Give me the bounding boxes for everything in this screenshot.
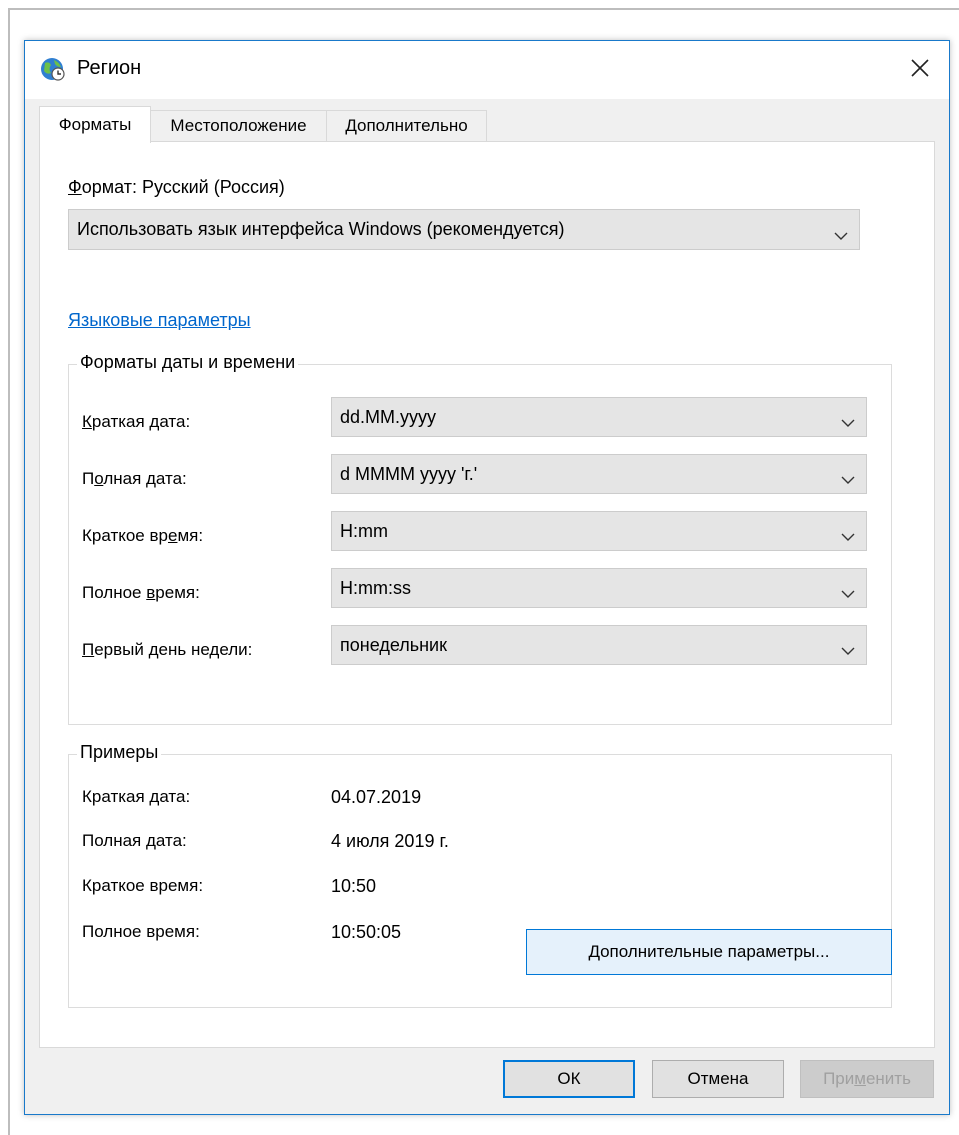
tab-location[interactable]: Местоположение xyxy=(150,110,327,141)
datetime-group-title: Форматы даты и времени xyxy=(77,352,299,373)
short-time-value: H:mm xyxy=(340,520,388,541)
apply-button: При м енить xyxy=(800,1060,934,1098)
example-short-time-value: 10:50 xyxy=(331,876,377,896)
first-day-label: Первый день недели: xyxy=(82,640,253,659)
chevron-down-icon xyxy=(840,583,856,598)
chevron-down-icon xyxy=(840,412,856,427)
format-label: Формат: Русский (Россия) xyxy=(68,177,285,198)
tab-advanced[interactable]: Дополнительно xyxy=(326,110,487,141)
format-select-value: Использовать язык интерфейса Windows (ре… xyxy=(77,219,565,239)
chevron-down-icon xyxy=(840,469,856,484)
short-time-select[interactable]: H:mm xyxy=(331,511,867,551)
first-day-select[interactable]: понедельник xyxy=(331,625,867,665)
short-date-select[interactable]: dd.MM.yyyy xyxy=(331,397,867,437)
examples-group-title: Примеры xyxy=(77,742,162,763)
long-time-value: H:mm:ss xyxy=(340,577,411,598)
window-title: Регион xyxy=(77,57,142,79)
short-date-value: dd.MM.yyyy xyxy=(340,406,437,427)
format-label-text: ормат: Русский (Россия) xyxy=(81,177,285,197)
example-long-time-label: Полное время: xyxy=(82,922,200,941)
additional-settings-accesskey: Д xyxy=(588,942,601,961)
example-short-time-label: Краткое время: xyxy=(82,876,204,895)
language-settings-link[interactable]: Языковые параметры xyxy=(68,310,251,331)
long-time-select[interactable]: H:mm:ss xyxy=(331,568,867,608)
example-long-time-value: 10:50:05 xyxy=(331,922,402,942)
long-time-label: Полное время: xyxy=(82,583,200,602)
tab-formats[interactable]: Форматы xyxy=(39,106,151,143)
long-date-value: d MMMM yyyy 'г.' xyxy=(340,463,478,484)
long-date-select[interactable]: d MMMM yyyy 'г.' xyxy=(331,454,867,494)
close-icon xyxy=(910,58,930,83)
datetime-formats-group: Форматы даты и времени Краткая дата: dd.… xyxy=(68,352,892,725)
title-bar[interactable]: Регион xyxy=(25,41,949,99)
short-date-label: Краткая дата: xyxy=(82,412,191,431)
chevron-down-icon xyxy=(840,526,856,541)
short-time-label: Краткое время: xyxy=(82,526,204,545)
globe-clock-icon xyxy=(39,55,67,83)
format-select[interactable]: Использовать язык интерфейса Windows (ре… xyxy=(68,209,860,250)
cancel-button[interactable]: Отмена xyxy=(652,1060,784,1098)
ok-button[interactable]: ОК xyxy=(503,1060,635,1098)
example-long-date-value: 4 июля 2019 г. xyxy=(331,831,449,851)
additional-settings-button[interactable]: Дополнительные параметры... xyxy=(526,929,892,975)
example-short-date-label: Краткая дата: xyxy=(82,787,191,806)
format-label-accesskey: Ф xyxy=(68,177,82,197)
additional-settings-label: ополнительные параметры... xyxy=(600,942,830,961)
long-date-label: Полная дата: xyxy=(82,469,187,488)
chevron-down-icon xyxy=(833,225,849,240)
example-long-date-label: Полная дата: xyxy=(82,831,187,850)
close-button[interactable] xyxy=(891,41,949,99)
chevron-down-icon xyxy=(840,640,856,655)
example-short-date-value: 04.07.2019 xyxy=(331,787,422,807)
first-day-value: понедельник xyxy=(340,634,447,655)
formats-panel: Формат: Русский (Россия) Использовать яз… xyxy=(39,141,935,1048)
region-dialog: Регион Форматы Местоположение Дополнител… xyxy=(24,40,950,1115)
